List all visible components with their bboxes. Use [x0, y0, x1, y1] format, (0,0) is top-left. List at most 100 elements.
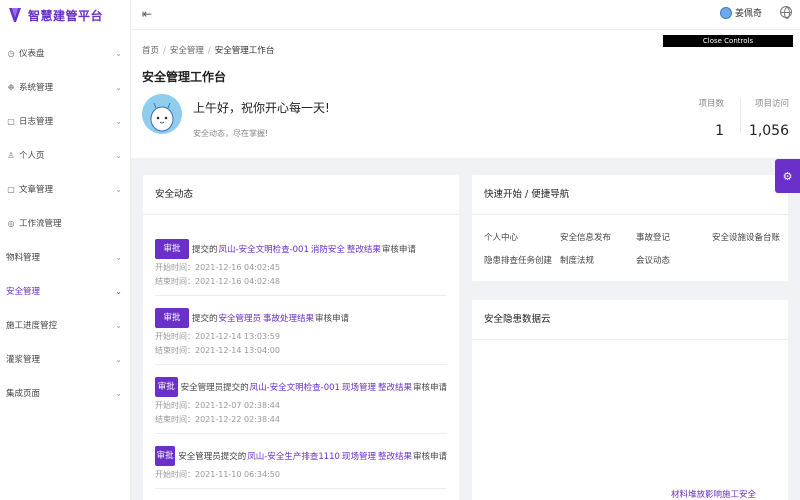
greeting-text: 上午好，祝你开心每一天! [193, 101, 330, 115]
sidebar-item[interactable]: ▢ 文章管理 ⌄ [0, 172, 130, 206]
feed-end-time: 结束时间：2021-12-14 13:04:00 [155, 346, 280, 355]
sidebar-item[interactable]: ◎ 工作流管理 [0, 206, 130, 240]
article-icon: ▢ [7, 184, 15, 194]
sidebar-item-label: 集成页面 [6, 389, 41, 399]
feed-text: 提交的 [192, 314, 218, 324]
feed-row: 审批 安全管理员 提交的 凤山-安全文明检查-001 现场管理 整改结果 审核申请 [155, 377, 447, 397]
stat-project-visits: 项目访问 1,056 [749, 97, 789, 139]
sidebar-item[interactable]: 物料管理 ⌄ [0, 240, 130, 274]
feed-link[interactable]: 凤山-安全文明检查-001 [219, 243, 309, 255]
sidebar-item[interactable]: ▢ 日志管理 ⌄ [0, 104, 130, 138]
settings-gear-icon: ⚙ [782, 169, 793, 183]
quick-nav-link[interactable]: 会议动态 [636, 254, 712, 266]
approve-button[interactable]: 审批 [155, 239, 189, 259]
chevron-down-icon: ⌄ [115, 184, 122, 194]
word-cloud-word: 材料堆放影响施工安全 [671, 490, 757, 500]
feed-row: 审批 提交的 安全管理员 事故处理结果 审核申请 [155, 308, 447, 328]
top-header: ⇤ 姜佩奇 [131, 0, 800, 30]
quick-nav-link[interactable]: 制度法规 [560, 254, 636, 266]
sidebar-item-label: 施工进度管控 [6, 321, 58, 331]
quick-nav-link[interactable]: 隐患排查任务创建 [484, 254, 560, 266]
stat-label: 项目数 [698, 99, 724, 109]
page-header: 首页 / 安全管理 / 安全管理工作台 安全管理工作台 上午好，祝你开心每一天! 安全动… [131, 30, 800, 158]
settings-icon: ❉ [7, 82, 15, 92]
quick-nav-link[interactable]: 个人中心 [484, 231, 560, 243]
feed-link[interactable]: 现场管理 [342, 450, 376, 462]
sidebar-item[interactable]: ❉ 系统管理 ⌄ [0, 70, 130, 104]
feed-link[interactable]: 消防安全 [311, 243, 345, 255]
user-name: 姜佩奇 [734, 9, 762, 19]
card-title: 快速开始 / 便捷导航 [472, 175, 788, 215]
logo[interactable]: 智慧建管平台 [0, 0, 130, 30]
feed-link[interactable]: 整改结果 [347, 243, 381, 255]
menu-fold-icon[interactable]: ⇤ [142, 7, 152, 21]
language-globe-icon[interactable] [780, 6, 792, 19]
breadcrumb-parent[interactable]: 安全管理 [170, 46, 204, 56]
sidebar-item-label: 日志管理 [19, 117, 54, 127]
feed-item: 审批 安全管理员 提交的 凤山-安全文明检查-001 现场管理 整改结果 审核申请开始时间：… [155, 365, 447, 434]
feed-link[interactable]: 安全管理员 [219, 312, 262, 324]
feed-row: 审批 安全管理员 提交的 凤山-安全生产排查1110 现场管理 整改结果 审核申请 [155, 446, 447, 466]
feed-text: 提交的 [192, 245, 218, 255]
feed-start-time: 开始时间：2021-12-14 13:03:59 [155, 332, 280, 341]
feed-item: 审批 提交的 安全管理员 事故处理结果 审核申请开始时间：2021-12-14 13:0… [155, 296, 447, 365]
approve-button[interactable]: 审批 [155, 308, 189, 328]
feed-link[interactable]: 事故处理结果 [263, 312, 314, 324]
chevron-down-icon: ⌄ [115, 354, 122, 364]
close-controls-button[interactable]: Close Controls [663, 35, 793, 47]
chevron-down-icon: ⌄ [115, 48, 122, 58]
page-title: 安全管理工作台 [142, 70, 227, 84]
workflow-icon: ◎ [7, 218, 15, 228]
sidebar-item[interactable]: 施工进度管控 ⌄ [0, 308, 130, 342]
chevron-down-icon: ⌄ [115, 252, 122, 262]
quick-nav-link[interactable]: 安全设施设备台账 [712, 231, 798, 243]
breadcrumb-current: 安全管理工作台 [214, 46, 275, 56]
chevron-down-icon: ⌄ [115, 82, 122, 92]
quick-nav-links: 个人中心 安全信息发布 事故登记 安全设施设备台账 隐患排查任务创建 制度法规 会议动态 [472, 215, 788, 266]
welcome-avatar [142, 94, 182, 134]
theme-settings-button[interactable]: ⚙ [775, 159, 800, 193]
sidebar-item[interactable]: 集成页面 ⌄ [0, 376, 130, 410]
feed-text: 安全管理员 [180, 383, 224, 393]
quick-nav-link[interactable]: 安全信息发布 [560, 231, 636, 243]
chevron-down-icon: ⌄ [115, 388, 122, 398]
sidebar-item-label: 个人页 [19, 151, 45, 161]
stat-project-count: 项目数 1 [698, 97, 724, 139]
approve-button[interactable]: 审批 [155, 377, 178, 397]
card-title: 安全隐患数据云 [472, 300, 788, 340]
feed-text: 审核申请 [381, 245, 416, 255]
feed-link[interactable]: 整改结果 [378, 381, 412, 393]
quick-nav-link[interactable]: 事故登记 [636, 231, 712, 243]
word-cloud-card: 安全隐患数据云 材料堆放影响施工安全 [472, 300, 788, 500]
feed-text: 提交的 [220, 452, 247, 462]
quick-nav-card: 快速开始 / 便捷导航 个人中心 安全信息发布 事故登记 安全设施设备台账 隐患排查任务… [472, 175, 788, 281]
approve-button[interactable]: 审批 [155, 446, 176, 466]
safety-feed-card: 安全动态 审批 提交的 凤山-安全文明检查-001 消防安全 整改结果 审核申请 开始时间：… [143, 175, 459, 500]
feed-link[interactable]: 整改结果 [378, 450, 412, 462]
feed-link[interactable]: 凤山-安全文明检查-001 [250, 381, 340, 393]
feed-item: 审批 安全管理员 提交的 凤山-安全生产排查1110 现场管理 整改结果 审核申请 开始时间：… [155, 434, 447, 489]
mascot-icon [142, 94, 182, 134]
chevron-down-icon: ⌄ [115, 320, 122, 330]
feed-text: 提交的 [223, 383, 249, 393]
stat-value: 1 [715, 123, 724, 139]
logo-icon [9, 8, 21, 22]
sidebar-item[interactable]: 灌浆管理 ⌄ [0, 342, 130, 376]
feed-start-time: 开始时间：2021-12-07 02:38:44 [155, 401, 280, 410]
sidebar-item-label: 灌浆管理 [6, 355, 41, 365]
sidebar-menu: ◷ 仪表盘 ⌄ ❉ 系统管理 ⌄ ▢ 日志管理 ⌄ ♙ 个人页 ⌄ ▢ 文章管理 ⌄ ◎ 工作流管理 物料管理 ⌄ 安… [0, 36, 130, 410]
user-menu[interactable]: 姜佩奇 [719, 6, 762, 19]
stat-label: 项目访问 [754, 99, 789, 109]
feed-start-time: 开始时间：2021-12-16 04:02:45 [155, 263, 280, 272]
sidebar-item[interactable]: ◷ 仪表盘 ⌄ [0, 36, 130, 70]
sidebar-item[interactable]: ♙ 个人页 ⌄ [0, 138, 130, 172]
feed-link[interactable]: 现场管理 [342, 381, 376, 393]
greeting-subtext: 安全动态，尽在掌握! [193, 129, 269, 138]
feed-link[interactable]: 凤山-安全生产排查1110 [247, 450, 340, 462]
app-title: 智慧建管平台 [28, 8, 104, 23]
sidebar-item[interactable]: 安全管理 ⌄ [0, 274, 130, 308]
breadcrumb-home[interactable]: 首页 [142, 46, 159, 56]
sidebar-item-label: 安全管理 [6, 287, 41, 297]
safety-feed-list: 审批 提交的 凤山-安全文明检查-001 消防安全 整改结果 审核申请 开始时间：2021-… [143, 215, 459, 489]
sidebar-item-label: 物料管理 [6, 253, 41, 263]
